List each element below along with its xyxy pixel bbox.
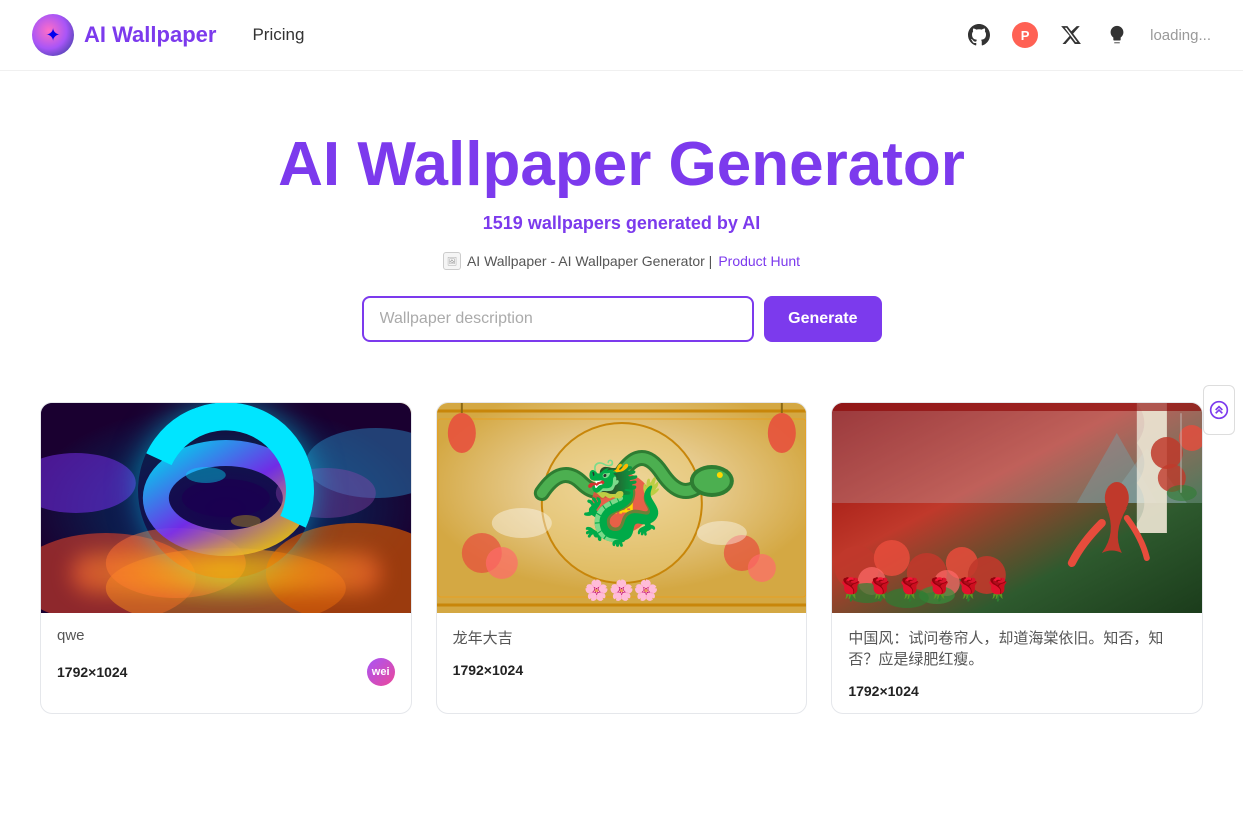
wallpaper-card-3[interactable]: 中国风：试问卷帘人，却道海棠依旧。知否，知否？应是绿肥红瘦。 1792×1024 <box>831 402 1203 714</box>
nav-right: P loading... <box>966 22 1211 48</box>
card-body-1: qwe 1792×1024 wei <box>41 613 411 700</box>
search-row: Generate <box>362 296 882 342</box>
logo-icon: ✦ <box>32 14 74 56</box>
wallpaper-count: 1519 <box>483 213 523 233</box>
card-footer-2: 1792×1024 <box>453 662 791 678</box>
hero-title: AI Wallpaper Generator <box>278 131 965 199</box>
card-dimensions-3: 1792×1024 <box>848 683 918 699</box>
card-footer-1: 1792×1024 wei <box>57 658 395 686</box>
scroll-widget[interactable] <box>1203 385 1235 435</box>
badge-text: AI Wallpaper - AI Wallpaper Generator | <box>467 253 712 269</box>
card-title-2: 龙年大吉 <box>453 627 791 648</box>
logo-link[interactable]: ✦ AI Wallpaper <box>32 14 216 56</box>
card-title-1: qwe <box>57 627 395 644</box>
card-body-2: 龙年大吉 1792×1024 <box>437 613 807 692</box>
product-hunt-link[interactable]: Product Hunt <box>718 253 800 269</box>
subtitle-text: wallpapers generated by AI <box>523 213 760 233</box>
github-icon[interactable] <box>966 22 992 48</box>
card-body-3: 中国风：试问卷帘人，却道海棠依旧。知否，知否？应是绿肥红瘦。 1792×1024 <box>832 613 1202 713</box>
wallpaper-image-2: 福 <box>437 403 807 613</box>
author-avatar-1: wei <box>367 658 395 686</box>
wallpaper-card-2[interactable]: 福 龙年大吉 1792×1024 <box>436 402 808 714</box>
lamp-icon[interactable] <box>1104 22 1130 48</box>
wallpaper-card-1[interactable]: qwe 1792×1024 wei <box>40 402 412 714</box>
card-dimensions-1: 1792×1024 <box>57 664 127 680</box>
card-title-3: 中国风：试问卷帘人，却道海棠依旧。知否，知否？应是绿肥红瘦。 <box>848 627 1186 669</box>
wallpaper-image-3 <box>832 403 1202 613</box>
hero-subtitle: 1519 wallpapers generated by AI <box>483 213 760 234</box>
product-hunt-icon[interactable]: P <box>1012 22 1038 48</box>
generate-button[interactable]: Generate <box>764 296 881 342</box>
card-dimensions-2: 1792×1024 <box>453 662 523 678</box>
svg-text:福: 福 <box>608 490 633 517</box>
badge-icon: 🖼 <box>443 252 461 270</box>
card-footer-3: 1792×1024 <box>848 683 1186 699</box>
wallpaper-image-1 <box>41 403 411 613</box>
brand-name: AI Wallpaper <box>84 22 216 48</box>
gallery-grid: qwe 1792×1024 wei <box>0 372 1243 754</box>
product-badge: 🖼 AI Wallpaper - AI Wallpaper Generator … <box>443 252 800 270</box>
hero-section: AI Wallpaper Generator 1519 wallpapers g… <box>0 71 1243 372</box>
navbar: ✦ AI Wallpaper Pricing P loading... <box>0 0 1243 71</box>
pricing-link[interactable]: Pricing <box>252 25 304 45</box>
wallpaper-description-input[interactable] <box>362 296 755 342</box>
loading-status: loading... <box>1150 27 1211 44</box>
twitter-icon[interactable] <box>1058 22 1084 48</box>
